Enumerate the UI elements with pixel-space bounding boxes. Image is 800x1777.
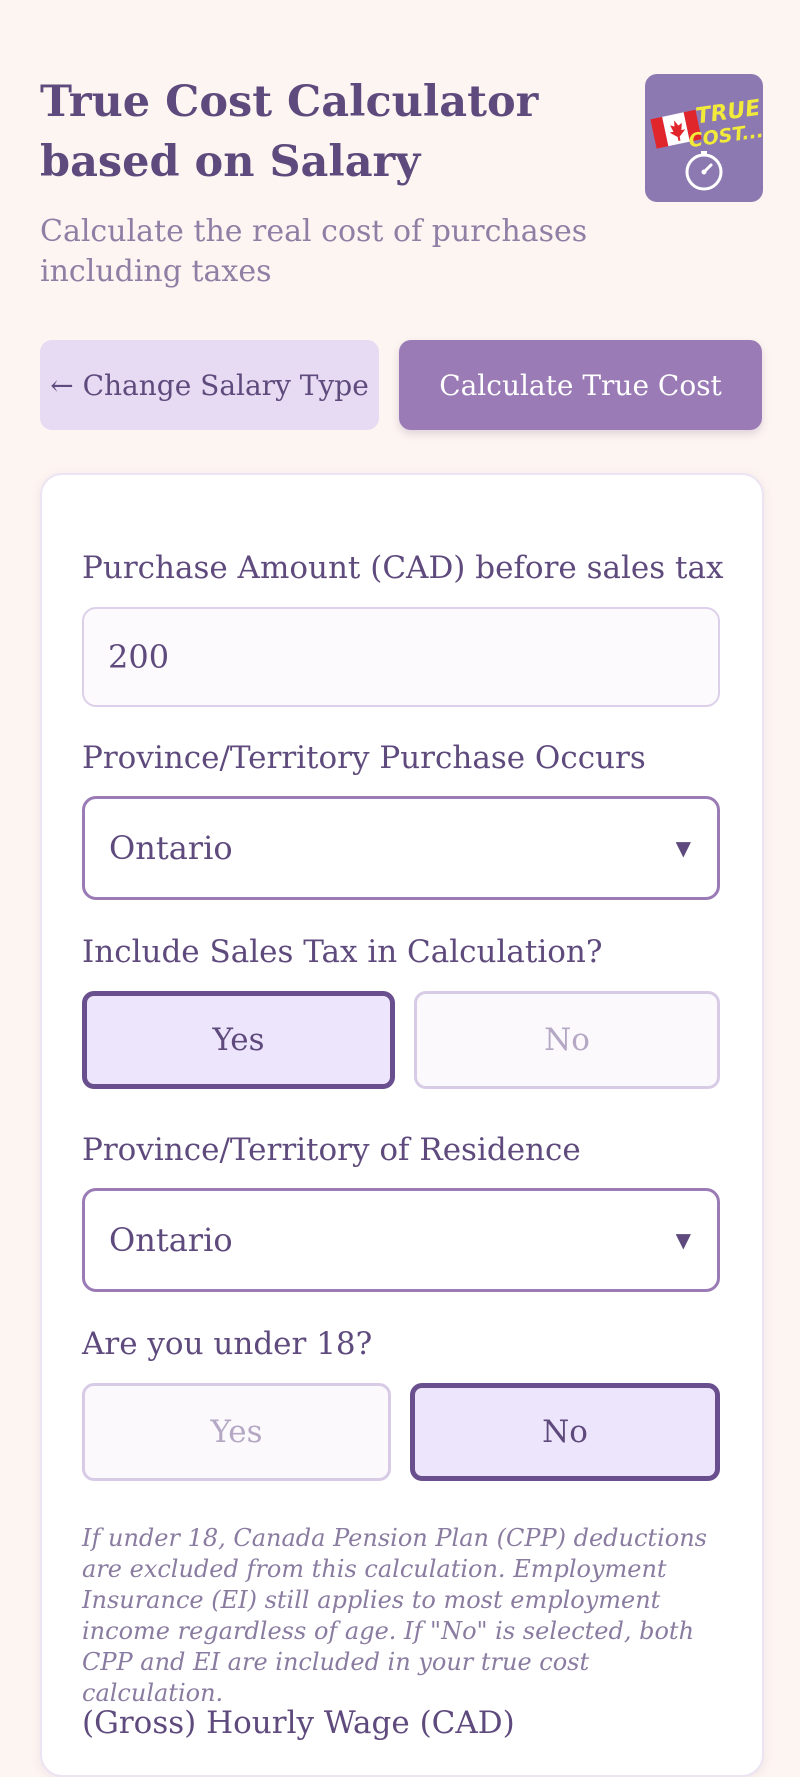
purchase-amount-input[interactable]: 200 (82, 607, 720, 707)
action-buttons: ← Change Salary Type Calculate True Cost (40, 340, 762, 430)
dropdown-caret-icon: ▼ (675, 1228, 691, 1252)
sales-tax-no-button[interactable]: No (414, 991, 720, 1089)
purchase-province-select[interactable]: Ontario ▼ (82, 796, 720, 900)
hourly-wage-label: (Gross) Hourly Wage (CAD) (82, 1705, 515, 1741)
dropdown-caret-icon: ▼ (675, 836, 691, 860)
under-18-yes-button[interactable]: Yes (82, 1383, 391, 1481)
residence-province-label: Province/Territory of Residence (82, 1132, 581, 1168)
residence-province-select[interactable]: Ontario ▼ (82, 1188, 720, 1292)
purchase-province-label: Province/Territory Purchase Occurs (82, 740, 646, 776)
calculate-true-cost-button[interactable]: Calculate True Cost (399, 340, 762, 430)
app-logo-graphic: TRUE COST... (650, 96, 763, 191)
sales-tax-label: Include Sales Tax in Calculation? (82, 934, 603, 970)
page-subtitle: Calculate the real cost of purchases inc… (40, 214, 588, 289)
residence-province-value: Ontario (109, 1221, 233, 1259)
change-salary-type-button[interactable]: ← Change Salary Type (40, 340, 379, 430)
true-cost-app-icon: TRUE COST... (645, 74, 763, 202)
calculator-form-card: Purchase Amount (CAD) before sales tax 2… (40, 473, 764, 1777)
under-18-note: If under 18, Canada Pension Plan (CPP) d… (82, 1524, 707, 1707)
purchase-province-value: Ontario (109, 829, 233, 867)
under-18-label: Are you under 18? (82, 1326, 373, 1362)
sales-tax-yes-button[interactable]: Yes (82, 991, 395, 1089)
purchase-amount-value: 200 (108, 638, 170, 676)
purchase-amount-label: Purchase Amount (CAD) before sales tax (82, 550, 724, 586)
under-18-no-button[interactable]: No (410, 1383, 720, 1481)
page-title: True Cost Calculator based on Salary (40, 77, 539, 187)
page-header: True Cost Calculator based on Salary Cal… (40, 72, 640, 292)
